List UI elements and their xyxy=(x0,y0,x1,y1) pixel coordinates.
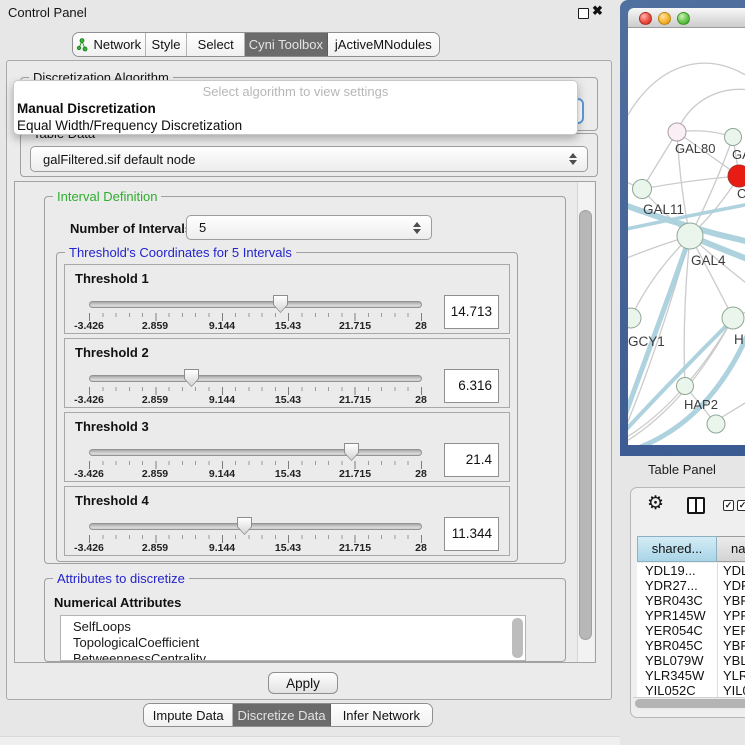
threshold-3-box: Threshold 3 -3.426 2.859 9.144 15.43 21.… xyxy=(64,412,510,482)
table-row[interactable]: YDL19...YDL1 xyxy=(637,563,745,578)
checkbox-icon-2[interactable]: ✓ xyxy=(737,500,745,511)
table-row[interactable]: YPR145WYPR1 xyxy=(637,608,745,623)
bottom-tabs: Impute Data Discretize Data Infer Networ… xyxy=(143,703,433,727)
group-title: Interval Definition xyxy=(53,189,161,204)
settings-gear-icon[interactable]: ⚙ xyxy=(647,493,664,515)
threshold-2-box: Threshold 2 -3.426 2.859 9.144 15.43 21.… xyxy=(64,338,510,408)
node-hap2[interactable] xyxy=(677,378,694,395)
dropdown-placeholder: Select algorithm to view settings xyxy=(14,84,577,100)
number-of-intervals-value: 5 xyxy=(187,220,206,235)
control-panel-tabs: Network Style Select Cyni Toolbox jActiv… xyxy=(72,32,440,57)
threshold-4-value-field[interactable]: 11.344 xyxy=(444,517,499,551)
label-hap2: HAP2 xyxy=(684,397,718,412)
threshold-2-slider-track[interactable] xyxy=(89,375,422,382)
node-partial-top-right[interactable] xyxy=(725,129,742,146)
checkbox-icon-1[interactable]: ✓ xyxy=(723,500,734,511)
table-row[interactable]: YER054CYER0 xyxy=(637,623,745,638)
algorithm-dropdown-popup: Select algorithm to view settings Manual… xyxy=(13,80,578,135)
traffic-light-close-icon[interactable] xyxy=(639,12,652,25)
node-bottom-partial[interactable] xyxy=(707,415,725,433)
threshold-3-slider-thumb[interactable] xyxy=(344,443,359,461)
label-gal80: GAL80 xyxy=(675,141,715,156)
threshold-3-value-field[interactable]: 21.4 xyxy=(444,443,499,477)
tab-select[interactable]: Select xyxy=(187,33,245,56)
tab-cyni-toolbox[interactable]: Cyni Toolbox xyxy=(245,33,328,56)
network-icon xyxy=(76,38,88,52)
table-row[interactable]: YLR345WYLR3 xyxy=(637,668,745,683)
bottom-divider xyxy=(0,736,620,745)
tab-discretize-data[interactable]: Discretize Data xyxy=(233,704,330,726)
label-partial-top-right: GA xyxy=(732,147,745,162)
tab-style[interactable]: Style xyxy=(146,33,188,56)
screen: Control Panel ✖ Network Style Select Cyn… xyxy=(0,0,745,745)
close-icon[interactable]: ✖ xyxy=(592,3,603,19)
list-item-topologicalcoefficient[interactable]: TopologicalCoefficient xyxy=(61,635,525,651)
table-row[interactable]: YBR045CYBR0 xyxy=(637,638,745,653)
threshold-4-slider-track[interactable] xyxy=(89,523,422,530)
threshold-1-box: Threshold 1 -3.426 2.859 9.144 15.43 21.… xyxy=(64,264,510,334)
scrollpane-vscrollbar-thumb[interactable] xyxy=(579,210,592,640)
threshold-4-slider-thumb[interactable] xyxy=(237,517,252,535)
traffic-light-minimize-icon[interactable] xyxy=(658,12,671,25)
split-columns-icon[interactable] xyxy=(687,497,705,514)
numerical-attributes-label: Numerical Attributes xyxy=(54,595,181,610)
threshold-2-slider-thumb[interactable] xyxy=(184,369,199,387)
tab-infer-network[interactable]: Infer Network xyxy=(331,704,432,726)
numerical-attributes-list[interactable]: SelfLoops TopologicalCoefficient Between… xyxy=(60,615,526,661)
label-partial-mid-right: C xyxy=(737,186,745,201)
list-item-betweennesscentrality[interactable]: BetweennessCentrality xyxy=(61,651,525,661)
combo-arrows-icon xyxy=(413,222,421,234)
control-panel-title: Control Panel xyxy=(8,5,87,20)
network-view-canvas[interactable]: GAL80 GA C GAL11 GAL4 GCY1 H HAP2 xyxy=(628,28,745,445)
node-gcy1[interactable] xyxy=(628,308,641,328)
column-header-shared-name[interactable]: shared... xyxy=(637,536,717,562)
number-of-intervals-combobox[interactable]: 5 xyxy=(186,215,432,240)
combo-arrows-icon xyxy=(569,153,577,165)
traffic-light-zoom-icon[interactable] xyxy=(677,12,690,25)
threshold-1-value-field[interactable]: 14.713 xyxy=(444,295,499,329)
float-window-icon[interactable] xyxy=(578,8,589,19)
number-of-intervals-label: Number of Intervals xyxy=(70,221,192,236)
node-table: YDL19...YDL1 YDR27...YDR2 YBR043CYBR0 YP… xyxy=(637,563,745,697)
label-partial-low-right: H xyxy=(734,332,744,347)
group-title: Attributes to discretize xyxy=(53,571,189,586)
threshold-4-box: Threshold 4 -3.426 2.859 9.144 15.43 21.… xyxy=(64,486,510,556)
column-header-name[interactable]: name xyxy=(717,536,745,562)
table-data-value: galFiltered.sif default node xyxy=(31,152,195,167)
tab-network-label: Network xyxy=(93,37,141,52)
node-gal4[interactable] xyxy=(677,223,703,249)
table-row[interactable]: YDR27...YDR2 xyxy=(637,578,745,593)
table-data-combobox[interactable]: galFiltered.sif default node xyxy=(30,146,588,172)
dropdown-option-manual-discretization[interactable]: Manual Discretization xyxy=(14,100,577,117)
tab-network[interactable]: Network xyxy=(73,33,146,56)
table-row[interactable]: YBL079WYBL0 xyxy=(637,653,745,668)
table-row[interactable]: YBR043CYBR0 xyxy=(637,593,745,608)
list-item-selfloops[interactable]: SelfLoops xyxy=(61,616,525,635)
node-partial-mid-right[interactable] xyxy=(722,307,744,329)
label-gal4: GAL4 xyxy=(691,253,726,268)
threshold-2-value-field[interactable]: 6.316 xyxy=(444,369,499,403)
tab-impute-data[interactable]: Impute Data xyxy=(144,704,233,726)
threshold-3-slider-track[interactable] xyxy=(89,449,422,456)
group-title: Threshold's Coordinates for 5 Intervals xyxy=(65,245,296,260)
apply-button[interactable]: Apply xyxy=(268,672,338,694)
label-gcy1: GCY1 xyxy=(628,334,665,349)
threshold-1-slider-thumb[interactable] xyxy=(273,295,288,313)
table-hscrollbar-thumb[interactable] xyxy=(635,699,745,708)
node-gal11[interactable] xyxy=(633,180,652,199)
dropdown-option-equal-width-frequency[interactable]: Equal Width/Frequency Discretization xyxy=(14,117,577,134)
label-gal11: GAL11 xyxy=(643,202,684,217)
threshold-1-slider-track[interactable] xyxy=(89,301,422,308)
node-highlighted-red[interactable] xyxy=(728,165,745,187)
node-gal80[interactable] xyxy=(668,123,686,141)
attributes-list-scrollbar-thumb[interactable] xyxy=(512,618,523,658)
table-panel-title: Table Panel xyxy=(648,462,716,477)
table-row[interactable]: YIL052CYIL0 xyxy=(637,683,745,697)
tab-jactivemnodules[interactable]: jActiveMNodules xyxy=(328,33,439,56)
network-graph: GAL80 GA C GAL11 GAL4 GCY1 H HAP2 xyxy=(628,28,745,445)
